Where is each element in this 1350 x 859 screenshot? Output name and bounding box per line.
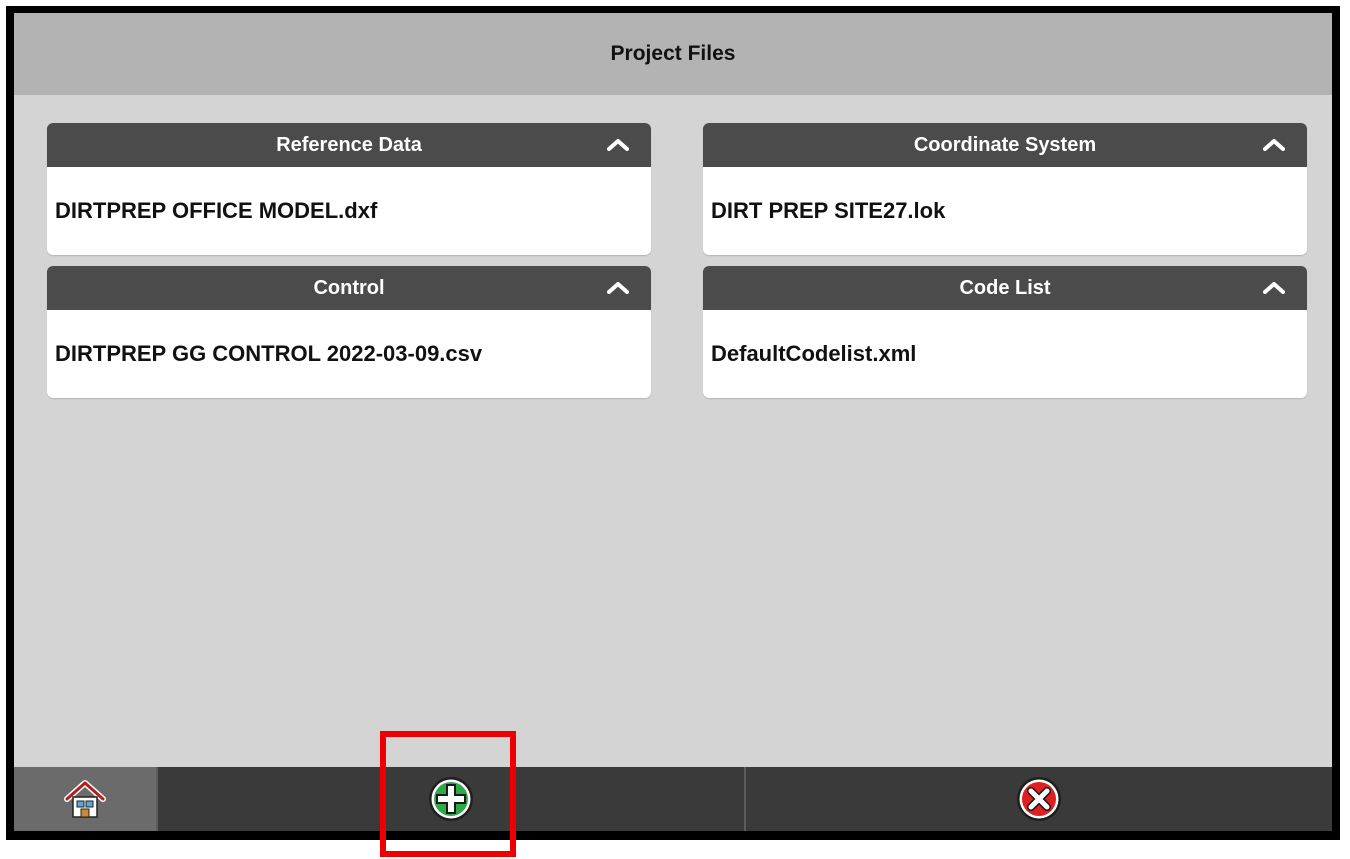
add-plus-icon: [429, 777, 473, 821]
panel-title: Control: [313, 276, 385, 299]
chevron-up-icon[interactable]: [607, 280, 629, 294]
panel-header-control[interactable]: Control: [47, 266, 651, 310]
panel-header-reference-data[interactable]: Reference Data: [47, 123, 651, 167]
add-file-button[interactable]: [158, 767, 744, 831]
panel-header-coordinate-system[interactable]: Coordinate System: [703, 123, 1307, 167]
panel-file-control[interactable]: DIRTPREP GG CONTROL 2022-03-09.csv: [47, 310, 651, 398]
panel-title: Reference Data: [276, 133, 422, 156]
cancel-button[interactable]: [746, 767, 1332, 831]
chevron-up-icon[interactable]: [1263, 280, 1285, 294]
panel-file-reference-data[interactable]: DIRTPREP OFFICE MODEL.dxf: [47, 167, 651, 255]
panel-file-code-list[interactable]: DefaultCodelist.xml: [703, 310, 1307, 398]
panel-reference-data: Reference Data DIRTPREP OFFICE MODEL.dxf: [47, 123, 651, 255]
home-icon: [64, 780, 106, 818]
panel-coordinate-system: Coordinate System DIRT PREP SITE27.lok: [703, 123, 1307, 255]
panel-title: Code List: [959, 276, 1051, 299]
chevron-up-icon[interactable]: [1263, 137, 1285, 151]
home-button[interactable]: [14, 767, 156, 831]
panel-header-code-list[interactable]: Code List: [703, 266, 1307, 310]
panel-title: Coordinate System: [913, 133, 1097, 156]
page-title: Project Files: [14, 13, 1332, 95]
panel-control: Control DIRTPREP GG CONTROL 2022-03-09.c…: [47, 266, 651, 398]
chevron-up-icon[interactable]: [607, 137, 629, 151]
panel-code-list: Code List DefaultCodelist.xml: [703, 266, 1307, 398]
close-x-icon: [1017, 777, 1061, 821]
panel-file-coordinate-system[interactable]: DIRT PREP SITE27.lok: [703, 167, 1307, 255]
